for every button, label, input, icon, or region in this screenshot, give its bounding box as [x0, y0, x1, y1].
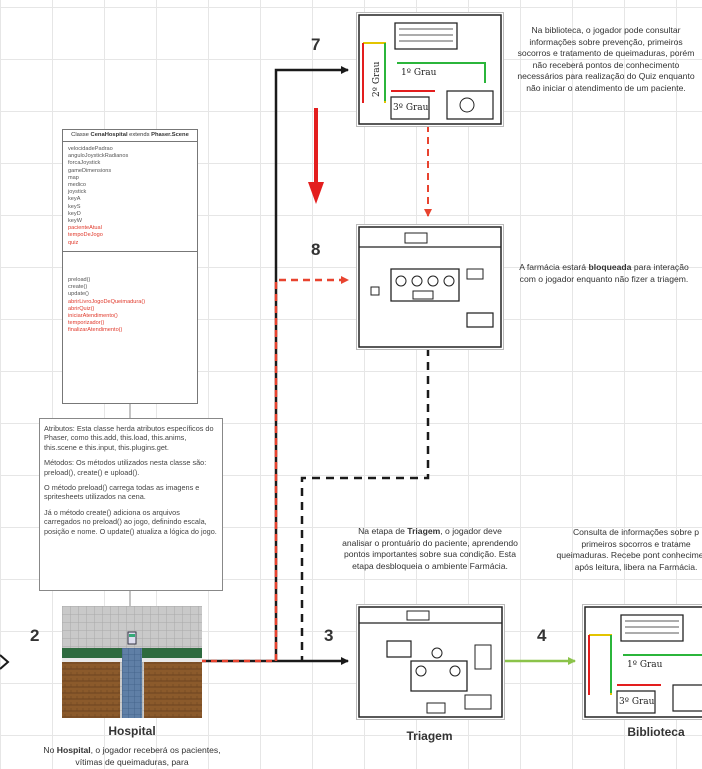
class-description-box[interactable]: Atributos: Esta classe herda atributos e… — [39, 418, 223, 591]
triagem-map-sketch[interactable] — [356, 604, 505, 720]
step-number-8: 8 — [311, 240, 321, 259]
consulta-note: Consulta de informações sobre p primeiro… — [556, 527, 702, 572]
sketch-label-1grau: 1º Grau — [627, 660, 663, 670]
uml-method-new: abrirLivroJogoDeQueimadura() — [68, 298, 146, 305]
description-preload: O método preload() carrega todas as imag… — [44, 483, 200, 502]
uml-class-box[interactable]: Classe CenaHospital extends Phaser.Scene… — [62, 129, 198, 404]
uml-attribute: velocidadePadrao — [68, 146, 113, 152]
biblioteca-sketch-drawing: 1º Grau 3º Grau 2º Grau — [357, 13, 503, 126]
uml-attribute: map — [68, 174, 79, 181]
sketch-label-3grau: 3º Grau — [393, 103, 429, 113]
incoming-arrow — [0, 654, 10, 670]
sketch-label-1grau: 1º Grau — [401, 68, 437, 78]
uml-method-new: temporizador() — [68, 320, 105, 327]
hospital-map-image[interactable] — [62, 606, 202, 718]
biblioteca-note: Na biblioteca, o jogador pode consultar … — [517, 25, 695, 93]
sketch-label-3grau: 3º Grau — [619, 697, 655, 707]
farmacia-sketch-drawing — [357, 225, 503, 349]
uml-method: create() — [68, 284, 88, 291]
uml-attribute: gameDimensions — [68, 167, 112, 174]
hospital-note: No Hospital, o jogador receberá os pacie… — [43, 745, 221, 767]
uml-method-new: finalizarAtendimento() — [68, 327, 123, 334]
uml-attribute: forcaJoystick — [68, 160, 101, 167]
uml-method: preload() — [68, 277, 91, 283]
uml-attribute: joystick — [68, 189, 87, 196]
uml-attribute: keyD — [68, 210, 81, 217]
uml-class-name: CenaHospital — [90, 132, 128, 138]
description-attributes: Atributos: Esta classe herda atributos e… — [44, 424, 214, 452]
uml-attribute-new: quiz — [68, 239, 79, 246]
biblioteca-label: Biblioteca — [627, 725, 685, 739]
description-create-update: Já o método create() adiciona os arquivo… — [44, 507, 217, 536]
sketch-label-2grau: 2º Grau — [372, 61, 382, 97]
farmacia-map-sketch[interactable] — [356, 224, 504, 350]
uml-attribute-new: pacienteAtual — [68, 225, 102, 232]
biblioteca-map-sketch-right[interactable]: 1º Grau 3º Grau — [582, 604, 702, 720]
triagem-note: Na etapa de Triagem, o jogador deve anal… — [342, 526, 518, 571]
uml-methods: preload() create() update() abrirLivroJo… — [63, 252, 197, 335]
triagem-label: Triagem — [406, 729, 453, 743]
farmacia-note: A farmácia estará bloqueada para interaç… — [519, 262, 689, 284]
uml-attribute: keyW — [68, 218, 82, 225]
uml-attributes: velocidadePadrao anguloJoystickRadianos … — [63, 142, 197, 252]
uml-parent-class: Phaser.Scene — [151, 132, 189, 138]
description-methods: Métodos: Os métodos utilizados nesta cla… — [44, 458, 207, 477]
step-number-3: 3 — [324, 626, 334, 645]
uml-attribute-new: tempoDeJogo — [68, 232, 103, 239]
biblioteca-sketch-drawing-right: 1º Grau 3º Grau — [583, 605, 702, 719]
uml-method-new: iniciarAtendimento() — [68, 313, 118, 320]
step-number-7: 7 — [311, 35, 321, 54]
uml-method-new: abrirQuiz() — [68, 305, 95, 312]
uml-attribute: keyA — [68, 196, 81, 203]
uml-attribute: medico — [68, 182, 87, 189]
step-number-2: 2 — [30, 626, 40, 645]
uml-attribute: anguloJoystickRadianos — [68, 153, 129, 160]
hospital-label: Hospital — [108, 724, 156, 738]
uml-class-header: Classe CenaHospital extends Phaser.Scene — [63, 130, 197, 142]
uml-title-extends: extends — [127, 132, 152, 138]
uml-title-prefix: Classe — [71, 132, 91, 138]
triagem-sketch-drawing — [357, 605, 504, 719]
biblioteca-map-sketch-top[interactable]: 1º Grau 3º Grau 2º Grau — [356, 12, 504, 127]
uml-attribute: keyS — [68, 203, 81, 210]
big-red-arrow-head — [308, 182, 324, 204]
uml-method: update() — [68, 291, 89, 298]
edge-to-farmacia — [274, 276, 349, 661]
step-number-4: 4 — [537, 626, 547, 645]
edge-to-biblioteca-top — [274, 66, 349, 661]
